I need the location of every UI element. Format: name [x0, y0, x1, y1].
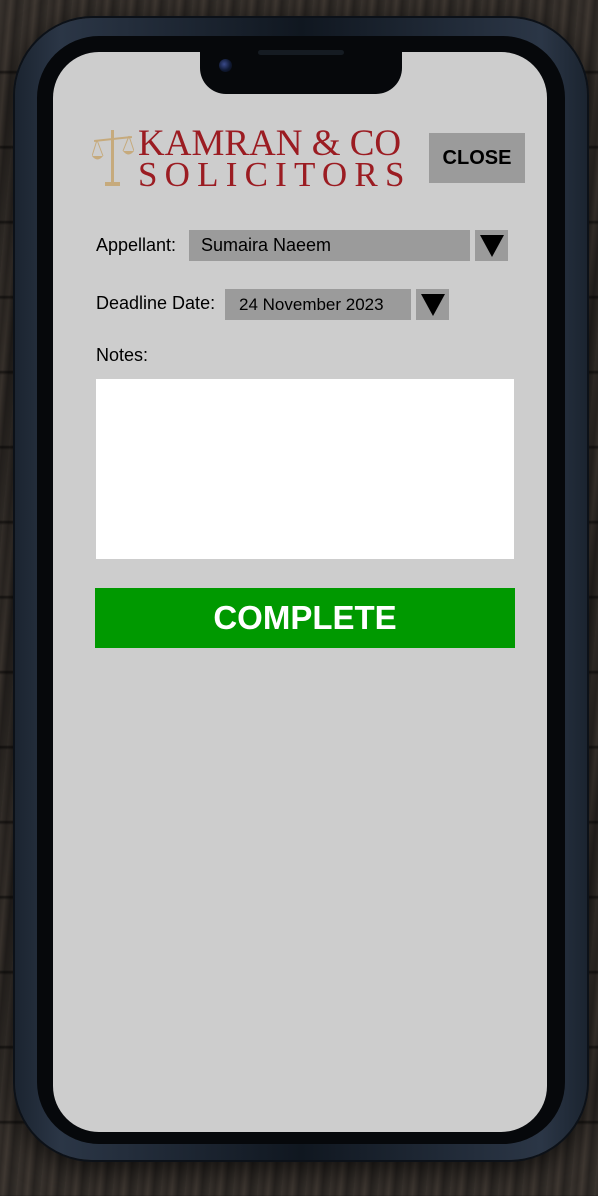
appellant-select[interactable]: Sumaira Naeem [189, 230, 470, 261]
appellant-value: Sumaira Naeem [201, 235, 332, 255]
deadline-date-dropdown-button[interactable] [416, 289, 449, 320]
appellant-dropdown-button[interactable] [475, 230, 508, 261]
deadline-date-label: Deadline Date: [96, 293, 216, 313]
scales-of-justice-icon [92, 130, 134, 186]
deadline-date-select[interactable]: 24 November 2023 [225, 289, 411, 320]
deadline-date-value: 24 November 2023 [239, 294, 384, 314]
triangle-down-icon [420, 293, 445, 316]
notes-textarea[interactable] [96, 379, 514, 559]
notes-label: Notes: [96, 345, 149, 365]
triangle-down-icon [479, 234, 504, 257]
complete-button[interactable]: COMPLETE [95, 588, 515, 648]
appellant-label: Appellant: [96, 235, 177, 255]
brand-subtitle: SOLICITORS [138, 155, 412, 194]
close-button[interactable]: CLOSE [429, 133, 525, 183]
company-logo: KAMRAN & CO SOLICITORS [92, 122, 412, 194]
front-camera [219, 59, 232, 72]
speaker-grille [258, 50, 344, 55]
phone-notch [200, 48, 402, 94]
